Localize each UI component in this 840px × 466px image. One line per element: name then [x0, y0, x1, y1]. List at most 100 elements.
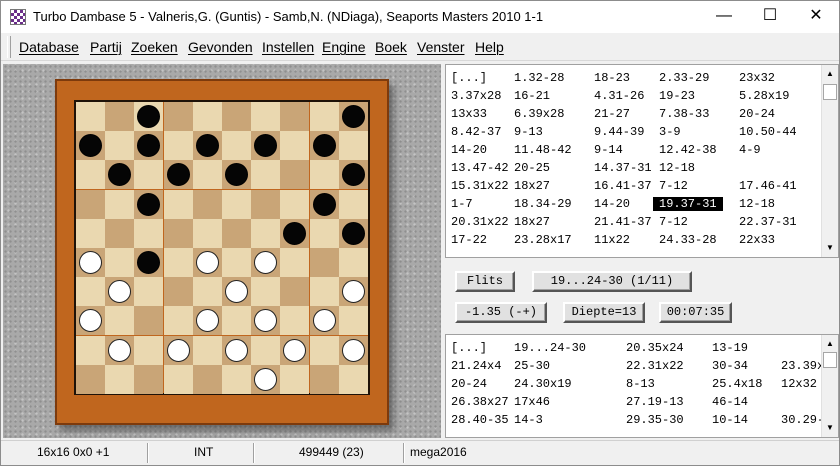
menu-engine[interactable]: Engine: [322, 39, 366, 55]
black-man-piece[interactable]: [108, 163, 131, 186]
board-square[interactable]: [134, 219, 163, 248]
move-token[interactable]: 5.28x19: [739, 89, 789, 103]
current-move-highlight[interactable]: 19.37-31: [653, 197, 723, 211]
move-token[interactable]: 30-34: [712, 359, 748, 373]
black-man-piece[interactable]: [196, 134, 219, 157]
board-square[interactable]: [310, 219, 339, 248]
move-token[interactable]: 22.31x22: [626, 359, 684, 373]
move-token[interactable]: 20-24: [739, 107, 775, 121]
move-token[interactable]: 21-27: [594, 107, 630, 121]
board-square[interactable]: [310, 336, 339, 365]
board-square[interactable]: [222, 219, 251, 248]
board-square[interactable]: [222, 248, 251, 277]
move-token[interactable]: 18x27: [514, 215, 550, 229]
board-square[interactable]: [164, 277, 193, 306]
close-button[interactable]: ✕: [793, 1, 839, 33]
move-token[interactable]: 12x32: [781, 377, 817, 391]
maximize-button[interactable]: ☐: [747, 1, 793, 33]
move-token[interactable]: 1.32-28: [514, 71, 564, 85]
black-man-piece[interactable]: [225, 163, 248, 186]
move-token[interactable]: 25.4x18: [712, 377, 762, 391]
scroll-down-arrow-icon[interactable]: ▼: [822, 240, 838, 256]
move-token[interactable]: 11x22: [594, 233, 630, 247]
white-man-piece[interactable]: [342, 339, 365, 362]
board-square[interactable]: [164, 131, 193, 160]
board-square[interactable]: [105, 102, 134, 131]
board-square[interactable]: [251, 336, 280, 365]
white-man-piece[interactable]: [225, 280, 248, 303]
move-token[interactable]: 13-19: [712, 341, 748, 355]
move-token[interactable]: 15.31x22: [451, 179, 509, 193]
move-token[interactable]: 7.38-33: [659, 107, 709, 121]
move-token[interactable]: 22.37-31: [739, 215, 797, 229]
board-square[interactable]: [339, 131, 368, 160]
board-square[interactable]: [105, 248, 134, 277]
scroll-up-arrow-icon[interactable]: ▲: [822, 66, 838, 82]
board-square[interactable]: [164, 102, 193, 131]
black-man-piece[interactable]: [313, 134, 336, 157]
board-square[interactable]: [193, 336, 222, 365]
board-square[interactable]: [222, 365, 251, 394]
board-square[interactable]: [76, 190, 105, 219]
move-token[interactable]: 7-12: [659, 179, 688, 193]
board-square[interactable]: [280, 160, 309, 189]
move-token[interactable]: 23.28x17: [514, 233, 572, 247]
move-token[interactable]: 14-20: [594, 197, 630, 211]
move-token[interactable]: 20.35x24: [626, 341, 684, 355]
move-token[interactable]: 1-7: [451, 197, 473, 211]
board-square[interactable]: [134, 365, 163, 394]
board-square[interactable]: [164, 219, 193, 248]
board-square[interactable]: [251, 190, 280, 219]
white-man-piece[interactable]: [167, 339, 190, 362]
white-man-piece[interactable]: [225, 339, 248, 362]
white-man-piece[interactable]: [342, 280, 365, 303]
menu-zoeken[interactable]: Zoeken: [131, 39, 178, 55]
move-token[interactable]: 3-9: [659, 125, 681, 139]
current-move-button[interactable]: 19...24-30 (1/11): [532, 271, 692, 292]
board-square[interactable]: [134, 306, 163, 335]
menu-venster[interactable]: Venster: [417, 39, 464, 55]
move-token[interactable]: 8-13: [626, 377, 655, 391]
white-man-piece[interactable]: [108, 280, 131, 303]
board-square[interactable]: [280, 190, 309, 219]
board-square[interactable]: [193, 190, 222, 219]
move-token[interactable]: 46-14: [712, 395, 748, 409]
move-token[interactable]: 7-12: [659, 215, 688, 229]
white-man-piece[interactable]: [283, 339, 306, 362]
board-square[interactable]: [105, 306, 134, 335]
black-man-piece[interactable]: [79, 134, 102, 157]
black-man-piece[interactable]: [254, 134, 277, 157]
board-square[interactable]: [339, 190, 368, 219]
board-square[interactable]: [310, 365, 339, 394]
move-token[interactable]: 14.37-31: [594, 161, 652, 175]
white-man-piece[interactable]: [196, 309, 219, 332]
move-token[interactable]: 9.44-39: [594, 125, 644, 139]
move-token[interactable]: 21.24x4: [451, 359, 501, 373]
move-token[interactable]: 9-13: [514, 125, 543, 139]
move-token[interactable]: [...]: [451, 341, 487, 355]
board-square[interactable]: [251, 219, 280, 248]
move-token[interactable]: 29.35-30: [626, 413, 684, 427]
board-square[interactable]: [251, 277, 280, 306]
board-square[interactable]: [193, 160, 222, 189]
move-token[interactable]: 2.33-29: [659, 71, 709, 85]
white-man-piece[interactable]: [254, 368, 277, 391]
move-token[interactable]: 21.41-37: [594, 215, 652, 229]
move-token[interactable]: 6.39x28: [514, 107, 564, 121]
board-square[interactable]: [222, 190, 251, 219]
move-token[interactable]: 14-20: [451, 143, 487, 157]
move-token[interactable]: 17.46-41: [739, 179, 797, 193]
black-man-piece[interactable]: [137, 251, 160, 274]
board-square[interactable]: [339, 365, 368, 394]
move-token[interactable]: 13x33: [451, 107, 487, 121]
move-token[interactable]: 24.30x19: [514, 377, 572, 391]
board-square[interactable]: [222, 306, 251, 335]
board-square[interactable]: [105, 219, 134, 248]
board-square[interactable]: [222, 131, 251, 160]
move-token[interactable]: 18-23: [594, 71, 630, 85]
white-man-piece[interactable]: [254, 309, 277, 332]
menu-boek[interactable]: Boek: [375, 39, 407, 55]
board-square[interactable]: [310, 160, 339, 189]
white-man-piece[interactable]: [254, 251, 277, 274]
move-token[interactable]: 25-30: [514, 359, 550, 373]
